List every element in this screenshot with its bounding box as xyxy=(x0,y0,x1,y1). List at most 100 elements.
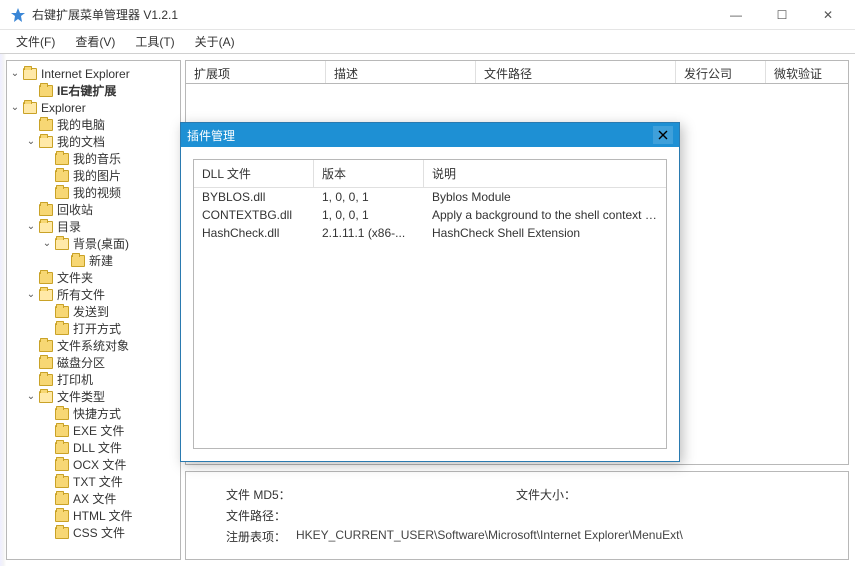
menu-about[interactable]: 关于(A) xyxy=(185,31,245,52)
folder-icon xyxy=(39,272,53,284)
chevron-down-icon[interactable]: ⌄ xyxy=(25,221,37,233)
label-size: 文件大小： xyxy=(516,486,586,503)
col-path[interactable]: 文件路径 xyxy=(476,61,676,83)
plugin-list-header: DLL 文件 版本 说明 xyxy=(194,160,666,188)
plugin-row[interactable]: HashCheck.dll2.1.11.1 (x86-...HashCheck … xyxy=(194,224,666,242)
tree-node-my-pic[interactable]: 我的图片 xyxy=(41,167,178,184)
folder-open-icon xyxy=(39,136,53,148)
folder-icon xyxy=(55,527,69,539)
tree-node-css[interactable]: CSS 文件 xyxy=(41,524,178,541)
folder-icon xyxy=(55,459,69,471)
tree-node-directory[interactable]: ⌄目录 xyxy=(25,218,178,235)
tree-node-ax[interactable]: AX 文件 xyxy=(41,490,178,507)
dialog-title-bar[interactable]: 插件管理 xyxy=(181,123,679,147)
category-tree[interactable]: ⌄Internet Explorer IE右键扩展 ⌄Explorer 我的电脑… xyxy=(6,60,181,560)
dialog-close-button[interactable] xyxy=(653,126,673,144)
window-title: 右键扩展菜单管理器 V1.2.1 xyxy=(32,6,713,23)
tree-node-recycle[interactable]: 回收站 xyxy=(25,201,178,218)
folder-open-icon xyxy=(55,238,69,250)
menu-bar: 文件(F) 查看(V) 工具(T) 关于(A) xyxy=(0,30,855,54)
chevron-down-icon[interactable]: ⌄ xyxy=(25,136,37,148)
label-path: 文件路径： xyxy=(226,507,296,524)
menu-tools[interactable]: 工具(T) xyxy=(125,31,184,52)
label-registry: 注册表项： xyxy=(226,528,296,545)
folder-icon xyxy=(55,187,69,199)
folder-icon xyxy=(55,408,69,420)
cell-version: 2.1.11.1 (x86-... xyxy=(314,225,424,241)
tree-node-folders[interactable]: 文件夹 xyxy=(25,269,178,286)
folder-icon xyxy=(55,476,69,488)
label-md5: 文件 MD5： xyxy=(226,486,296,503)
tree-node-send-to[interactable]: 发送到 xyxy=(41,303,178,320)
folder-icon xyxy=(71,255,85,267)
cell-version: 1, 0, 0, 1 xyxy=(314,207,424,223)
col-extension[interactable]: 扩展项 xyxy=(186,61,326,83)
tree-node-ie[interactable]: ⌄Internet Explorer xyxy=(9,65,178,82)
chevron-down-icon[interactable]: ⌄ xyxy=(9,102,21,114)
tree-node-background[interactable]: ⌄背景(桌面) xyxy=(41,235,178,252)
folder-open-icon xyxy=(23,68,37,80)
folder-icon xyxy=(39,374,53,386)
tree-node-my-music[interactable]: 我的音乐 xyxy=(41,150,178,167)
tree-node-exe[interactable]: EXE 文件 xyxy=(41,422,178,439)
tree-node-all-files[interactable]: ⌄所有文件 xyxy=(25,286,178,303)
tree-node-my-docs[interactable]: ⌄我的文档 xyxy=(25,133,178,150)
menu-file[interactable]: 文件(F) xyxy=(6,31,65,52)
folder-icon xyxy=(55,323,69,335)
tree-node-open-with[interactable]: 打开方式 xyxy=(41,320,178,337)
folder-icon xyxy=(55,170,69,182)
tree-node-html[interactable]: HTML 文件 xyxy=(41,507,178,524)
folder-icon xyxy=(39,204,53,216)
tree-node-file-types[interactable]: ⌄文件类型 xyxy=(25,388,178,405)
folder-icon xyxy=(55,306,69,318)
chevron-down-icon[interactable]: ⌄ xyxy=(25,289,37,301)
folder-open-icon xyxy=(23,102,37,114)
extension-list-header: 扩展项 描述 文件路径 发行公司 微软验证 xyxy=(185,60,849,84)
tree-node-ie-ext[interactable]: IE右键扩展 xyxy=(25,82,178,99)
close-icon xyxy=(658,130,668,140)
chevron-down-icon[interactable]: ⌄ xyxy=(41,238,53,250)
folder-open-icon xyxy=(39,221,53,233)
col-description[interactable]: 描述 xyxy=(326,61,476,83)
details-panel: 文件 MD5： 文件大小： 文件路径： 注册表项： HKEY_CURRENT_U… xyxy=(185,471,849,560)
maximize-button[interactable]: ☐ xyxy=(759,0,805,30)
folder-icon xyxy=(39,119,53,131)
cell-desc: HashCheck Shell Extension xyxy=(424,225,666,241)
tree-node-my-computer[interactable]: 我的电脑 xyxy=(25,116,178,133)
menu-view[interactable]: 查看(V) xyxy=(65,31,125,52)
col-msverify[interactable]: 微软验证 xyxy=(766,61,848,83)
plugin-row[interactable]: BYBLOS.dll1, 0, 0, 1Byblos Module xyxy=(194,188,666,206)
tree-node-partitions[interactable]: 磁盘分区 xyxy=(25,354,178,371)
tree-node-explorer[interactable]: ⌄Explorer xyxy=(9,99,178,116)
folder-icon xyxy=(39,357,53,369)
col-dll-file[interactable]: DLL 文件 xyxy=(194,160,314,187)
tree-node-fs-objects[interactable]: 文件系统对象 xyxy=(25,337,178,354)
tree-node-new[interactable]: 新建 xyxy=(57,252,178,269)
folder-icon xyxy=(39,85,53,97)
tree-node-txt[interactable]: TXT 文件 xyxy=(41,473,178,490)
col-version[interactable]: 版本 xyxy=(314,160,424,187)
folder-open-icon xyxy=(39,391,53,403)
tree-node-ocx[interactable]: OCX 文件 xyxy=(41,456,178,473)
close-button[interactable]: ✕ xyxy=(805,0,851,30)
folder-icon xyxy=(39,340,53,352)
cell-file: CONTEXTBG.dll xyxy=(194,207,314,223)
plugin-list[interactable]: DLL 文件 版本 说明 BYBLOS.dll1, 0, 0, 1Byblos … xyxy=(193,159,667,449)
folder-open-icon xyxy=(39,289,53,301)
minimize-button[interactable]: — xyxy=(713,0,759,30)
col-desc[interactable]: 说明 xyxy=(424,160,666,187)
app-icon xyxy=(10,7,26,23)
chevron-down-icon[interactable]: ⌄ xyxy=(25,391,37,403)
value-registry: HKEY_CURRENT_USER\Software\Microsoft\Int… xyxy=(296,528,808,545)
tree-node-shortcut[interactable]: 快捷方式 xyxy=(41,405,178,422)
plugin-row[interactable]: CONTEXTBG.dll1, 0, 0, 1Apply a backgroun… xyxy=(194,206,666,224)
tree-node-my-video[interactable]: 我的视频 xyxy=(41,184,178,201)
cell-desc: Apply a background to the shell context … xyxy=(424,207,666,223)
folder-icon xyxy=(55,510,69,522)
folder-icon xyxy=(55,442,69,454)
chevron-down-icon[interactable]: ⌄ xyxy=(9,68,21,80)
tree-node-dll[interactable]: DLL 文件 xyxy=(41,439,178,456)
col-publisher[interactable]: 发行公司 xyxy=(676,61,766,83)
tree-node-printers[interactable]: 打印机 xyxy=(25,371,178,388)
cell-file: HashCheck.dll xyxy=(194,225,314,241)
